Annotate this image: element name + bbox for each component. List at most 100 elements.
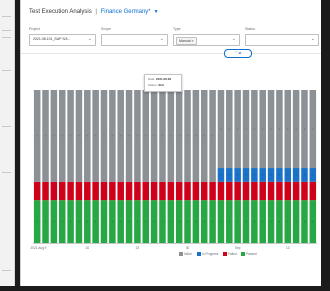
scope-select[interactable]: ⌄: [101, 34, 168, 46]
x-tick-label: 13: [286, 246, 290, 250]
segment-value-marker: [120, 221, 122, 223]
filter-label: Project: [29, 27, 40, 31]
chevron-down-icon[interactable]: ⌄: [88, 36, 92, 43]
segment-value-marker: [136, 221, 138, 223]
segment-value-marker: [53, 221, 55, 223]
legend-swatch: [223, 252, 227, 257]
segment-value-marker: [262, 128, 264, 130]
filter-label: Status: [245, 27, 255, 31]
tooltip-status-value: Skit: [158, 83, 164, 87]
collapse-header-button[interactable]: ⌃ ⇌: [224, 49, 252, 58]
type-token-manual[interactable]: Manual ×: [176, 36, 197, 45]
segment-value-marker: [253, 221, 255, 223]
segment-value-marker: [262, 190, 264, 192]
segment-value-marker: [237, 128, 239, 130]
page-title: Test Execution Analysis: [29, 9, 92, 15]
segment-value-marker: [95, 221, 97, 223]
segment-value-marker: [212, 135, 214, 137]
segment-value-marker: [170, 135, 172, 137]
legend-item-in-progress[interactable]: In Progress: [197, 251, 218, 257]
segment-value-marker: [187, 221, 189, 223]
tooltip-date-row: Date: 2021.08.09: [148, 77, 171, 81]
side-panel-line: [2, 37, 11, 38]
legend-swatch: [241, 252, 245, 257]
variant-name: Finance Germany: [100, 9, 149, 15]
segment-value-marker: [203, 135, 205, 137]
filter-project: Project 2021.08.101_SAP S/4... ⌄: [29, 26, 96, 52]
legend-item-failed[interactable]: Failed: [223, 251, 237, 257]
segment-value-marker: [120, 135, 122, 137]
segment-value-marker: [270, 174, 272, 176]
chevron-down-icon[interactable]: ⌄: [160, 36, 164, 43]
segment-value-marker: [278, 221, 280, 223]
segment-value-marker: [178, 190, 180, 192]
segment-value-marker: [161, 221, 163, 223]
segment-value-marker: [228, 174, 230, 176]
segment-value-marker: [253, 174, 255, 176]
segment-value-marker: [86, 190, 88, 192]
segment-value-marker: [70, 221, 72, 223]
segment-value-marker: [103, 135, 105, 137]
segment-value-marker: [78, 190, 80, 192]
stacked-bar-chart: 2021 Aug 9 16 23 30 Sep 13: [30, 90, 317, 250]
variant-modified-marker: *: [148, 9, 151, 15]
project-select[interactable]: 2021.08.101_SAP S/4... ⌄: [29, 34, 96, 46]
segment-value-marker: [153, 190, 155, 192]
segment-value-marker: [120, 190, 122, 192]
segment-value-marker: [295, 190, 297, 192]
segment-value-marker: [303, 174, 305, 176]
page-header: Test Execution Analysis | Finance German…: [29, 9, 317, 21]
segment-value-marker: [220, 128, 222, 130]
type-multiselect[interactable]: Manual × ⌄: [173, 34, 240, 46]
segment-value-marker: [262, 221, 264, 223]
legend-label: In Progress: [202, 252, 219, 256]
legend-label: Passed: [246, 252, 257, 256]
segment-value-marker: [78, 221, 80, 223]
analysis-page: Test Execution Analysis | Finance German…: [20, 0, 321, 286]
variant-selector[interactable]: Finance Germany* ▼: [101, 9, 159, 15]
segment-value-marker: [161, 135, 163, 137]
x-tick-label: 2021 Aug: [30, 246, 44, 250]
chevron-down-icon[interactable]: ⌄: [232, 36, 236, 43]
side-panel-line: [2, 172, 11, 173]
status-select[interactable]: ⌄: [245, 34, 319, 46]
tooltip-status-label: Status:: [148, 83, 158, 87]
segment-value-marker: [312, 190, 314, 192]
side-panel-line: [2, 270, 11, 271]
segment-value-marker: [70, 190, 72, 192]
segment-value-marker: [228, 221, 230, 223]
segment-value-marker: [287, 221, 289, 223]
legend-item-passed[interactable]: Passed: [241, 251, 257, 257]
legend-swatch: [179, 252, 183, 257]
segment-value-marker: [195, 190, 197, 192]
segment-value-marker: [70, 135, 72, 137]
segment-value-marker: [86, 135, 88, 137]
segment-value-marker: [287, 174, 289, 176]
segment-value-marker: [303, 128, 305, 130]
title-separator: |: [95, 9, 97, 15]
segment-value-marker: [170, 190, 172, 192]
execution-chart: 2021 Aug 9 16 23 30 Sep 13 Date: 2021.08.09 St…: [21, 58, 321, 286]
segment-value-marker: [303, 221, 305, 223]
side-panel-line: [2, 30, 11, 31]
segment-value-marker: [195, 135, 197, 137]
segment-value-marker: [178, 221, 180, 223]
filter-scope: Scope ⌄: [101, 26, 168, 52]
legend-label: Initial: [184, 252, 192, 256]
segment-value-marker: [145, 190, 147, 192]
segment-value-marker: [178, 135, 180, 137]
segment-value-marker: [103, 221, 105, 223]
chart-tooltip: Date: 2021.08.09 Status: Skit: [144, 74, 182, 92]
segment-value-marker: [287, 128, 289, 130]
segment-value-marker: [161, 190, 163, 192]
legend-item-initial[interactable]: Initial: [179, 251, 191, 257]
chevron-down-icon[interactable]: ⌄: [311, 36, 315, 43]
segment-value-marker: [111, 190, 113, 192]
segment-value-marker: [153, 221, 155, 223]
header-divider: [21, 53, 321, 54]
segment-value-marker: [270, 128, 272, 130]
segment-value-marker: [45, 190, 47, 192]
project-value: 2021.08.101_SAP S/4...: [33, 37, 71, 41]
x-tick-label: 23: [136, 246, 140, 250]
segment-value-marker: [220, 221, 222, 223]
